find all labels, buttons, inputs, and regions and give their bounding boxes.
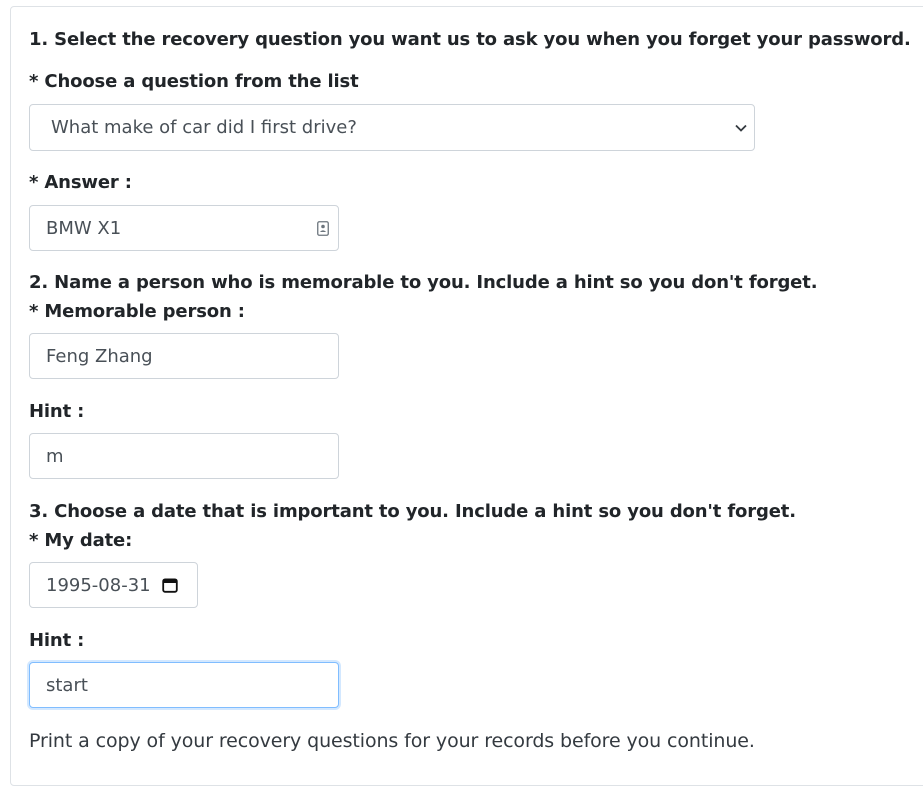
answer-input-value: BMW X1 [46,217,122,239]
question-select-label: * Choose a question from the list [29,71,359,92]
date-hint-label: Hint : [29,630,85,651]
calendar-icon[interactable] [161,576,179,594]
answer-input[interactable]: BMW X1 [29,205,339,251]
person-hint-input[interactable]: m [29,433,339,479]
my-date-value: 1995-08-31 [46,574,151,596]
section-2-heading: 2. Name a person who is memorable to you… [29,272,818,293]
section-3-heading: 3. Choose a date that is important to yo… [29,501,796,522]
print-note: Print a copy of your recovery questions … [29,730,755,752]
answer-label: * Answer : [29,172,132,193]
date-hint-value: start [46,674,88,696]
chevron-down-icon [734,121,748,135]
memorable-person-input[interactable]: Feng Zhang [29,333,339,379]
question-select-value: What make of car did I first drive? [51,117,357,138]
my-date-label: * My date: [29,530,133,551]
memorable-person-label: * Memorable person : [29,301,245,322]
person-hint-label: Hint : [29,401,85,422]
memorable-person-value: Feng Zhang [46,345,153,367]
question-select[interactable]: What make of car did I first drive? [29,104,755,151]
date-hint-input[interactable]: start [29,662,339,708]
contact-card-icon[interactable] [316,220,330,236]
section-1-heading: 1. Select the recovery question you want… [29,29,911,50]
my-date-input[interactable]: 1995-08-31 [29,562,198,608]
person-hint-value: m [46,445,64,467]
